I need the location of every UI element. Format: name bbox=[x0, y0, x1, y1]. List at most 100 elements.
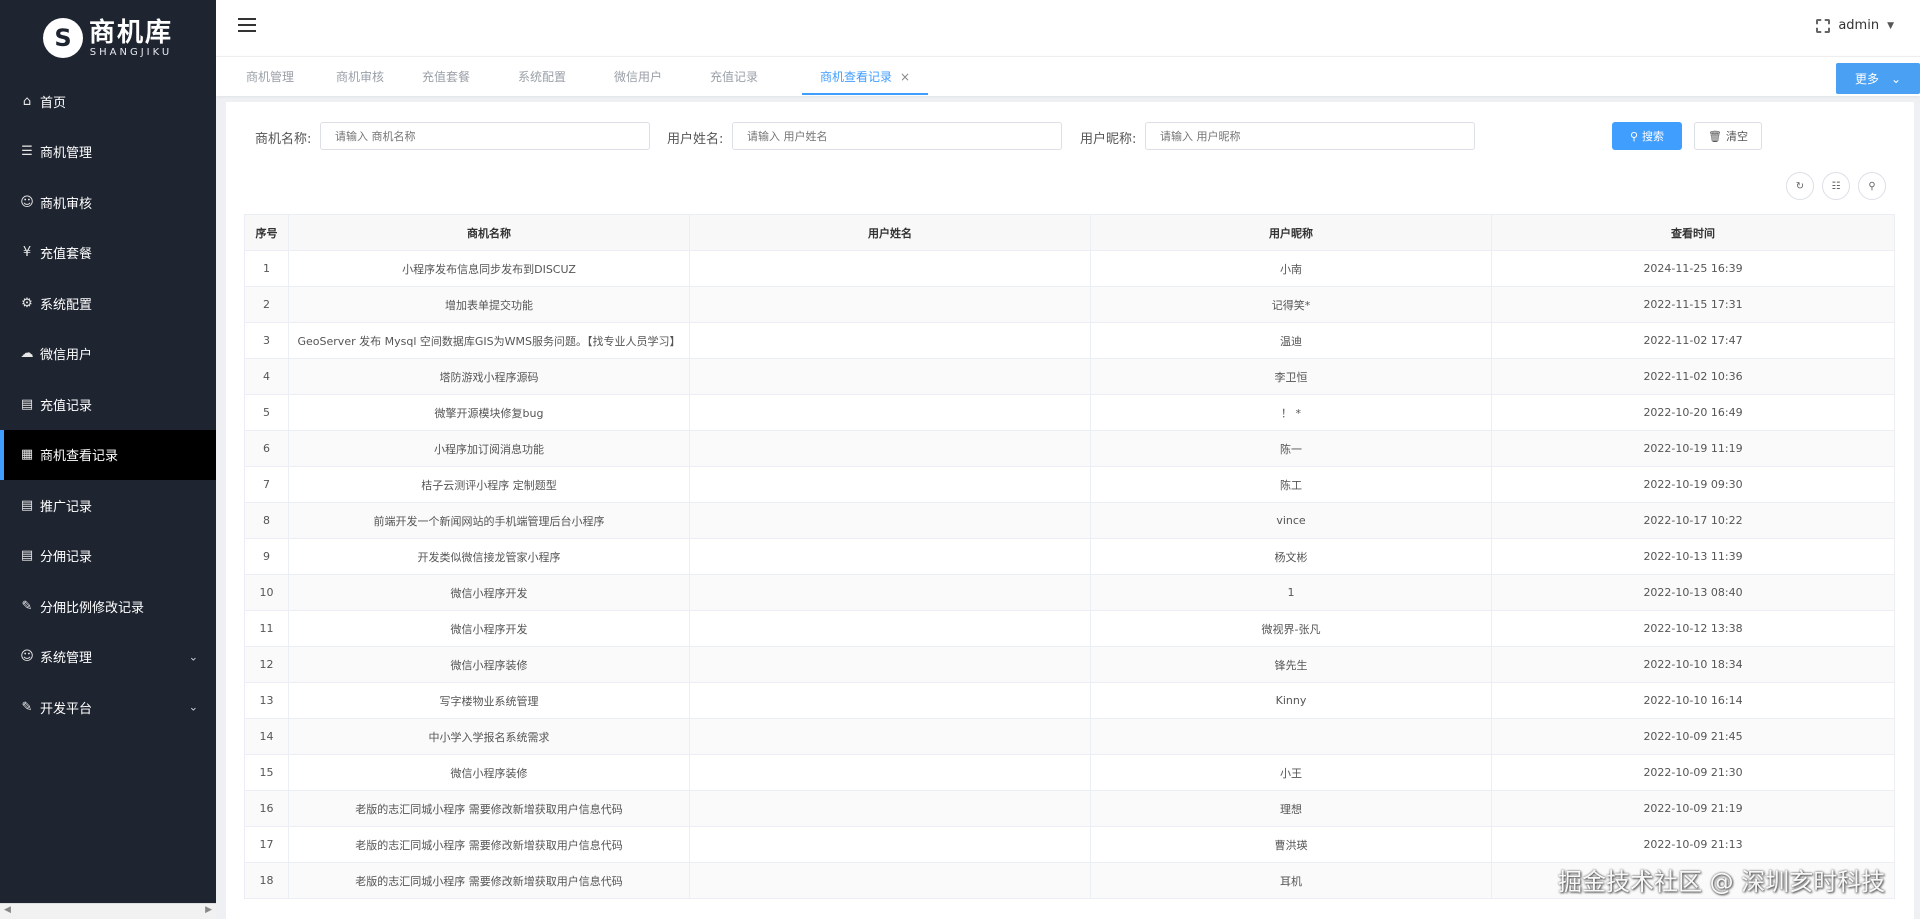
table-cell: 小南 bbox=[1090, 250, 1492, 287]
chevron-down-icon: ⌄ bbox=[1890, 71, 1902, 86]
table-row[interactable]: 9 开发类似微信接龙管家小程序 杨文彬 2022-10-13 11:39 bbox=[244, 538, 1895, 575]
list-icon: ☰ bbox=[21, 144, 33, 160]
table-cell: 小王 bbox=[1090, 754, 1492, 791]
table-cell: 耳机 bbox=[1090, 862, 1492, 899]
tab[interactable]: 商机管理 bbox=[246, 57, 294, 95]
sidebar-item[interactable]: ☺ 商机审核 bbox=[0, 177, 216, 228]
table-cell: 温迪 bbox=[1090, 322, 1492, 359]
tab[interactable]: 商机审核 bbox=[336, 57, 384, 95]
tab[interactable]: 充值套餐 bbox=[422, 57, 470, 95]
close-icon[interactable]: × bbox=[900, 70, 910, 84]
table-row[interactable]: 15 微信小程序装修 小王 2022-10-09 21:30 bbox=[244, 754, 1895, 791]
sidebar-item[interactable]: ☺ 系统管理 ⌄ bbox=[0, 632, 216, 683]
table-cell: 16 bbox=[244, 790, 289, 827]
sidebar-item[interactable]: ⌂ 首页 bbox=[0, 76, 216, 127]
column-header[interactable]: 用户昵称 bbox=[1090, 214, 1492, 251]
table-cell: 中小学入学报名系统需求 bbox=[288, 718, 690, 755]
wechat-icon: ☁ bbox=[20, 346, 34, 362]
table-row[interactable]: 13 写字楼物业系统管理 Kinny 2022-10-10 16:14 bbox=[244, 682, 1895, 719]
table-row[interactable]: 7 桔子云测评小程序 定制题型 陈工 2022-10-19 09:30 bbox=[244, 466, 1895, 503]
tab[interactable]: 微信用户 bbox=[614, 57, 662, 95]
sidebar-item[interactable]: ▤ 分佣记录 bbox=[0, 531, 216, 582]
table-row[interactable]: 16 老版的志汇同城小程序 需要修改新增获取用户信息代码 理想 2022-10-09 … bbox=[244, 790, 1895, 827]
sidebar-item[interactable]: ¥ 充值套餐 bbox=[0, 228, 216, 279]
clear-button[interactable]: 🗑 清空 bbox=[1694, 122, 1762, 150]
chevron-down-icon: ⌄ bbox=[188, 700, 198, 714]
user-name-input[interactable] bbox=[732, 122, 1062, 150]
table-cell: 10 bbox=[244, 574, 289, 611]
tab[interactable]: 系统配置 bbox=[518, 57, 566, 95]
toggle-search-icon[interactable]: ⚲ bbox=[1858, 172, 1886, 200]
table-cell: 理想 bbox=[1090, 790, 1492, 827]
table-cell: 4 bbox=[244, 358, 289, 395]
table-row[interactable]: 3 GeoServer 发布 Mysql 空间数据库GIS为WMS服务问题。【找专… bbox=[244, 322, 1895, 359]
user-nickname-input[interactable] bbox=[1145, 122, 1475, 150]
table-row[interactable]: 2 增加表单提交功能 记得笑* 2022-11-15 17:31 bbox=[244, 286, 1895, 323]
sidebar-item[interactable]: ▤ 推广记录 bbox=[0, 480, 216, 531]
table-row[interactable]: 8 前端开发一个新闻网站的手机端管理后台小程序 vince 2022-10-17 10… bbox=[244, 502, 1895, 539]
table-cell bbox=[689, 610, 1091, 647]
table-cell: vince bbox=[1090, 502, 1492, 539]
table-cell: Kinny bbox=[1090, 682, 1492, 719]
table-row[interactable]: 1 小程序发布信息同步发布到DISCUZ 小南 2024-11-25 16:39 bbox=[244, 250, 1895, 287]
sidebar-item-label: 充值套餐 bbox=[40, 247, 93, 263]
column-header[interactable]: 序号 bbox=[244, 214, 289, 251]
sidebar-item[interactable]: ☁ 微信用户 bbox=[0, 329, 216, 380]
table-cell: 小程序发布信息同步发布到DISCUZ bbox=[288, 250, 690, 287]
table-cell: 前端开发一个新闻网站的手机端管理后台小程序 bbox=[288, 502, 690, 539]
user-dropdown-icon[interactable]: ▼ bbox=[1887, 21, 1894, 31]
search-icon: ⚲ bbox=[1629, 129, 1639, 143]
sidebar-item[interactable]: ✎ 分佣比例修改记录 bbox=[0, 581, 216, 632]
table-cell bbox=[689, 358, 1091, 395]
tab[interactable]: 充值记录 bbox=[710, 57, 758, 95]
table-row[interactable]: 4 塔防游戏小程序源码 李卫恒 2022-11-02 10:36 bbox=[244, 358, 1895, 395]
table-cell: 老版的志汇同城小程序 需要修改新增获取用户信息代码 bbox=[288, 862, 690, 899]
search-button[interactable]: ⚲ 搜索 bbox=[1612, 122, 1682, 150]
table-cell: 微信小程序开发 bbox=[288, 574, 690, 611]
hamburger-menu-icon[interactable] bbox=[238, 18, 256, 32]
logo[interactable]: S 商机库 SHANGJIKU bbox=[0, 0, 216, 76]
table-row[interactable]: 12 微信小程序装修 锋先生 2022-10-10 18:34 bbox=[244, 646, 1895, 683]
user-name[interactable]: admin bbox=[1838, 18, 1879, 33]
sidebar-item[interactable]: ▤ 充值记录 bbox=[0, 379, 216, 430]
table-cell: 2022-10-09 21:13 bbox=[1491, 826, 1895, 863]
sidebar-item[interactable]: ✎ 开发平台 ⌄ bbox=[0, 682, 216, 733]
column-header[interactable]: 商机名称 bbox=[288, 214, 690, 251]
more-button[interactable]: 更多 ⌄ bbox=[1836, 63, 1920, 94]
refresh-icon[interactable]: ↻ bbox=[1786, 172, 1814, 200]
table-row[interactable]: 5 微擎开源模块修复bug ！ * 2022-10-20 16:49 bbox=[244, 394, 1895, 431]
table-cell bbox=[689, 394, 1091, 431]
table-cell: 2022-10-19 09:30 bbox=[1491, 466, 1895, 503]
column-settings-icon[interactable]: ☷ bbox=[1822, 172, 1850, 200]
table-cell: 2022-10-09 21:45 bbox=[1491, 718, 1895, 755]
table-row[interactable]: 10 微信小程序开发 1 2022-10-13 08:40 bbox=[244, 574, 1895, 611]
sidebar-item[interactable]: ▦ 商机查看记录 bbox=[0, 429, 216, 480]
table-row[interactable]: 6 小程序加订阅消息功能 陈一 2022-10-19 11:19 bbox=[244, 430, 1895, 467]
main-content: 商机名称: 用户姓名: 用户昵称: ⚲ 搜索 🗑 清空 ↻ ☷ ⚲ 序号商机名称… bbox=[226, 102, 1914, 919]
table-cell: 2022-10-09 21:30 bbox=[1491, 754, 1895, 791]
tab-label: 微信用户 bbox=[614, 70, 663, 84]
column-header[interactable]: 查看时间 bbox=[1491, 214, 1895, 251]
yen-icon: ¥ bbox=[22, 245, 32, 261]
sidebar-item-label: 分佣比例修改记录 bbox=[40, 600, 145, 616]
table-cell bbox=[689, 286, 1091, 323]
table-cell: 陈工 bbox=[1090, 466, 1492, 503]
business-name-input[interactable] bbox=[320, 122, 650, 150]
table-cell: 6 bbox=[244, 430, 289, 467]
tab-label: 商机查看记录 bbox=[820, 70, 893, 84]
scroll-left-icon[interactable]: ◀ bbox=[4, 905, 11, 915]
table-cell: 2022-10-12 13:38 bbox=[1491, 610, 1895, 647]
tab[interactable]: 商机查看记录 × bbox=[802, 57, 929, 95]
column-header[interactable]: 用户姓名 bbox=[689, 214, 1091, 251]
tab-label: 商机审核 bbox=[336, 70, 385, 84]
sidebar-item[interactable]: ☰ 商机管理 bbox=[0, 127, 216, 178]
table-row[interactable]: 17 老版的志汇同城小程序 需要修改新增获取用户信息代码 曹洪瑛 2022-10-09… bbox=[244, 826, 1895, 863]
fullscreen-icon[interactable] bbox=[1816, 18, 1831, 33]
table-cell: 18 bbox=[244, 862, 289, 899]
sidebar-horizontal-scrollbar[interactable]: ◀ ▶ bbox=[0, 903, 216, 919]
scroll-right-icon[interactable]: ▶ bbox=[205, 905, 212, 915]
sidebar-item[interactable]: ⚙ 系统配置 bbox=[0, 278, 216, 329]
table-body: 1 小程序发布信息同步发布到DISCUZ 小南 2024-11-25 16:39 2 增加… bbox=[244, 250, 1895, 899]
table-row[interactable]: 14 中小学入学报名系统需求 2022-10-09 21:45 bbox=[244, 718, 1895, 755]
table-row[interactable]: 11 微信小程序开发 微视界-张凡 2022-10-12 13:38 bbox=[244, 610, 1895, 647]
